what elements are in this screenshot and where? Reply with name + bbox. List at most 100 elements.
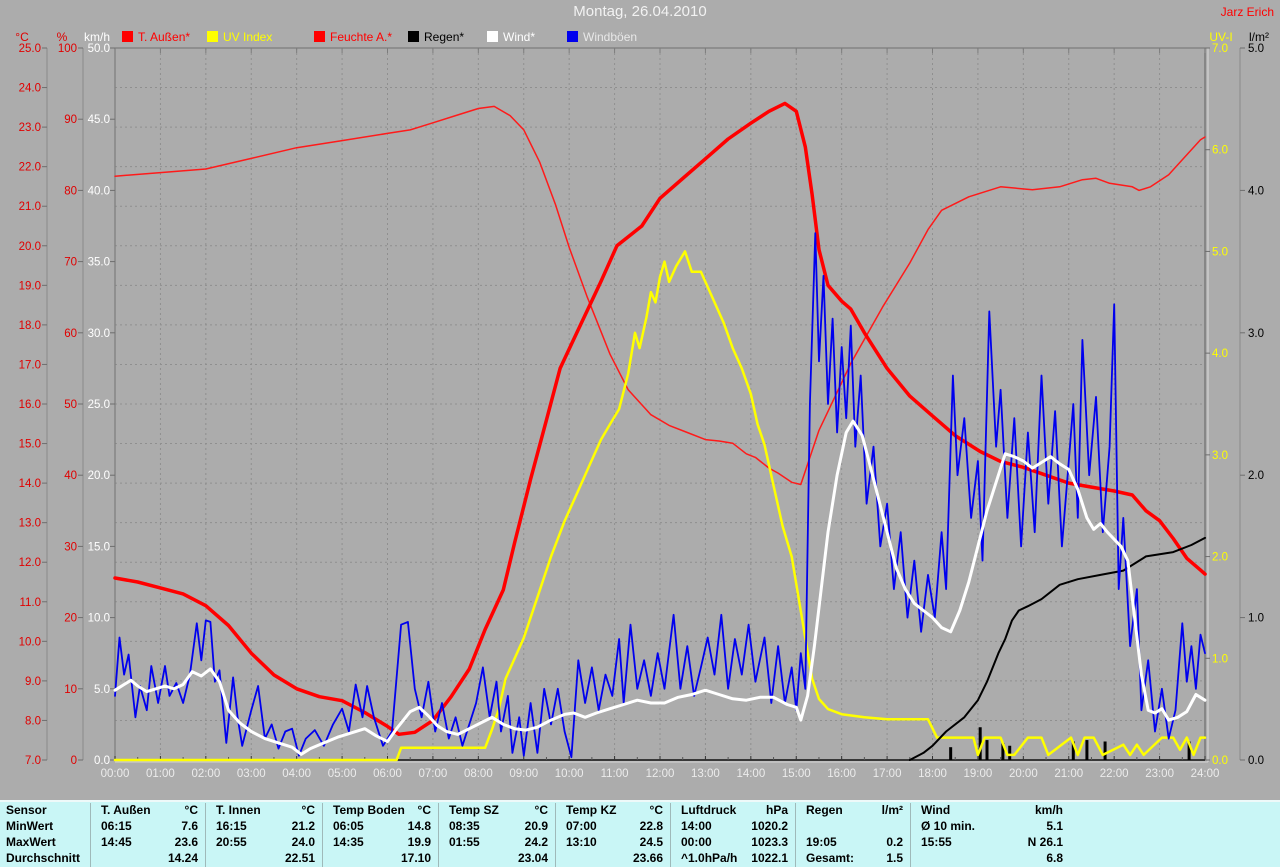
- cell-value: 24.0: [291, 835, 315, 849]
- table-cell: 23.04: [438, 851, 555, 867]
- axis-label: 50: [64, 399, 77, 411]
- cell-time: 01:55: [449, 835, 480, 849]
- axis-label: 19:00: [964, 768, 993, 780]
- axis-label: 10:00: [555, 768, 584, 780]
- cell-time: 15:55: [921, 835, 952, 849]
- axis-label: 40.0: [88, 185, 110, 197]
- axis-label: 70: [64, 257, 77, 269]
- column-unit: °C: [417, 803, 431, 817]
- axis-label: 50.0: [88, 43, 110, 55]
- axis-label: 06:00: [373, 768, 402, 780]
- cell-time: [556, 851, 633, 867]
- axis-label: 3.0: [1248, 328, 1264, 340]
- table-cell: 13:10 24.5: [555, 835, 670, 851]
- axis-label: 04:00: [282, 768, 311, 780]
- chart-canvas: °C 7.0 8.0 9.0 10.0 11.0 12.0 13.0 14.0 15.0 16.0 1…: [15, 30, 1269, 780]
- column-name: Temp Boden: [333, 803, 405, 817]
- table-cell: ^1.0hPa/h 1022.1: [670, 851, 795, 867]
- rain-bar: [1085, 740, 1089, 760]
- axis-label: 23:00: [1145, 768, 1174, 780]
- cell-time: 19:05: [806, 835, 837, 849]
- axis-label: 21:00: [1054, 768, 1083, 780]
- axis-label: 17.0: [19, 359, 41, 371]
- axis-label: 22:00: [1100, 768, 1129, 780]
- axis-label: 5.0: [94, 684, 110, 696]
- axis-label: 16.0: [19, 399, 41, 411]
- axis-label: 14:00: [736, 768, 765, 780]
- legend-swatch: [567, 31, 578, 42]
- table-corner-label: Sensor: [6, 803, 47, 817]
- cell-time: 14:45: [101, 835, 132, 849]
- table-cell: 20:55 24.0: [205, 835, 322, 851]
- axis-label: 0: [71, 755, 77, 767]
- cell-value: 14.8: [407, 819, 431, 833]
- cell-time: Gesamt:: [806, 851, 855, 865]
- table-cell: 14:00 1020.2: [670, 819, 795, 835]
- column-unit: °C: [184, 803, 198, 817]
- cell-time: 06:05: [333, 819, 364, 833]
- legend-label: Wind*: [503, 30, 535, 44]
- axis-label: 5.0: [1248, 43, 1264, 55]
- cell-value: 6.8: [1046, 851, 1063, 865]
- column-unit: hPa: [765, 803, 788, 817]
- axis-label: 10.0: [88, 613, 110, 625]
- column-name: Temp SZ: [449, 803, 499, 817]
- legend-item: Feuchte A.*: [314, 30, 392, 44]
- cell-value: 1023.3: [751, 835, 788, 849]
- cell-time: 14:35: [333, 835, 364, 849]
- rain-bar: [949, 747, 953, 760]
- table-cell: 15:55 N 26.1: [910, 835, 1070, 851]
- axis-label: 15:00: [782, 768, 811, 780]
- series-regen-kumuliert: [908, 536, 1206, 761]
- table-row-label: Durchschnitt: [6, 851, 81, 865]
- cell-value: 23.6: [174, 835, 198, 849]
- axis-label: 24:00: [1191, 768, 1220, 780]
- axis-label: 01:00: [146, 768, 175, 780]
- legend-label: T. Außen*: [138, 30, 190, 44]
- axis-label: 13:00: [691, 768, 720, 780]
- cell-value: 21.2: [291, 819, 315, 833]
- legend-item: Regen*: [408, 30, 464, 44]
- axis-label: 24.0: [19, 83, 41, 95]
- axis-label: 7.0: [1212, 43, 1228, 55]
- table-cell: 14:45 23.6: [90, 835, 205, 851]
- column-unit: °C: [301, 803, 315, 817]
- axis-label: 20.0: [19, 241, 41, 253]
- series-wind: [113, 419, 1207, 756]
- cell-time: 14:00: [681, 819, 712, 833]
- axis-label: 0.0: [1248, 755, 1264, 767]
- axis-label: km/h: [84, 30, 110, 44]
- cell-time: 08:35: [449, 819, 480, 833]
- table-cell: 06:15 7.6: [90, 819, 205, 835]
- column-name: Temp KZ: [566, 803, 617, 817]
- table-cell: 06:05 14.8: [322, 819, 438, 835]
- cell-value: 24.5: [639, 835, 663, 849]
- axis-label: 100: [58, 43, 77, 55]
- table-filler: [1070, 819, 1280, 835]
- axis-label: 12.0: [19, 557, 41, 569]
- column-unit: °C: [649, 803, 663, 817]
- column-unit: l/m²: [881, 803, 903, 817]
- axis-label: 08:00: [464, 768, 493, 780]
- axis-label: 25.0: [88, 399, 110, 411]
- axis-label: 80: [64, 185, 77, 197]
- axis-label: 35.0: [88, 257, 110, 269]
- axis-label: 5.0: [1212, 246, 1228, 258]
- table-cell: 08:35 20.9: [438, 819, 555, 835]
- legend-item: Wind*: [487, 30, 535, 44]
- table-row-label: MaxWert: [6, 835, 56, 849]
- legend-swatch: [314, 31, 325, 42]
- axis-label: 05:00: [328, 768, 357, 780]
- cell-time: 07:00: [566, 819, 597, 833]
- cell-value: 20.9: [524, 819, 548, 833]
- column-unit: km/h: [1034, 803, 1063, 817]
- cell-value: 1.5: [886, 851, 903, 865]
- axis-label: 25.0: [19, 43, 41, 55]
- legend-swatch: [207, 31, 218, 42]
- rain-bar: [1008, 745, 1012, 760]
- axis-label: 30.0: [88, 328, 110, 340]
- axis-label: 18:00: [918, 768, 947, 780]
- cell-value: N 26.1: [1027, 835, 1063, 849]
- axis-label: 20.0: [88, 470, 110, 482]
- rain-bar: [1103, 741, 1107, 760]
